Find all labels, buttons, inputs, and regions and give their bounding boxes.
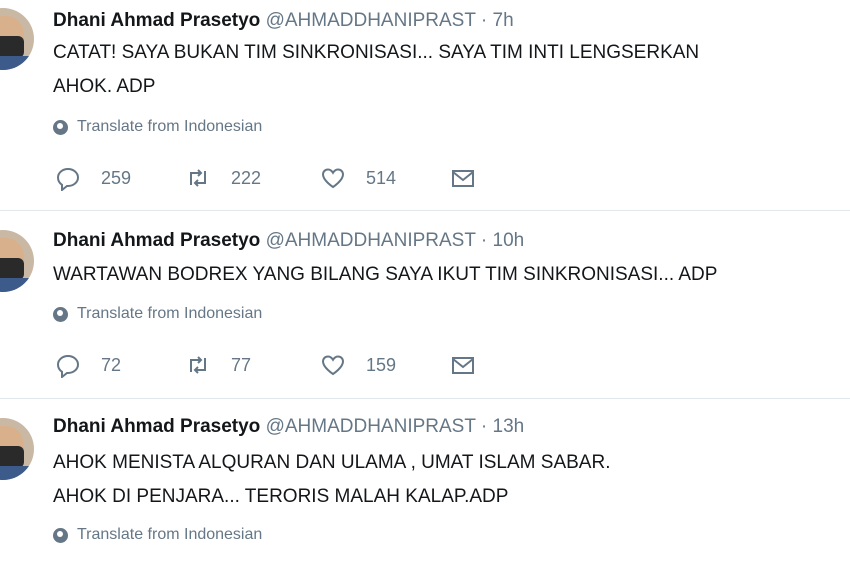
tweet[interactable]: Dhani Ahmad Prasetyo @AHMADDHANIPRAST · …	[0, 0, 850, 210]
retweet-button[interactable]: 222	[185, 165, 261, 191]
heart-icon	[321, 355, 345, 376]
like-count: 159	[366, 354, 397, 375]
tweet-text-line: WARTAWAN BODREX YANG BILANG SAYA IKUT TI…	[53, 264, 718, 285]
reply-count: 259	[101, 167, 132, 188]
reply-button[interactable]: 72	[55, 352, 121, 378]
avatar[interactable]	[0, 418, 34, 480]
tweet-time[interactable]: 10h	[493, 230, 525, 251]
avatar[interactable]	[0, 230, 34, 292]
retweet-count: 77	[231, 354, 252, 375]
user-name[interactable]: Dhani Ahmad Prasetyo	[53, 230, 260, 251]
tweet-text: CATAT! SAYA BUKAN TIM SINKRONISASI... SA…	[53, 36, 699, 104]
avatar[interactable]	[0, 8, 34, 70]
like-button[interactable]: 514	[320, 165, 396, 191]
user-name[interactable]: Dhani Ahmad Prasetyo	[53, 416, 260, 437]
reply-count: 72	[101, 354, 122, 375]
direct-message-button[interactable]	[450, 352, 476, 378]
tweet-text-line: AHOK. ADP	[53, 76, 156, 97]
translate-label: Translate from Indonesian	[77, 118, 263, 135]
separator-dot: ·	[480, 10, 488, 31]
reply-icon	[56, 167, 80, 191]
envelope-icon	[452, 170, 474, 187]
translate-link[interactable]: Translate from Indonesian	[53, 305, 262, 323]
user-name[interactable]: Dhani Ahmad Prasetyo	[53, 10, 260, 31]
user-handle[interactable]: @AHMADDHANIPRAST	[266, 230, 476, 251]
retweet-icon	[190, 356, 206, 374]
retweet-button[interactable]: 77	[185, 352, 251, 378]
translate-label: Translate from Indonesian	[77, 305, 263, 322]
tweet-header: Dhani Ahmad Prasetyo @AHMADDHANIPRAST · …	[53, 416, 524, 438]
tweet-text: AHOK MENISTA ALQURAN DAN ULAMA , UMAT IS…	[53, 446, 610, 514]
user-handle[interactable]: @AHMADDHANIPRAST	[266, 10, 476, 31]
separator-dot: ·	[480, 230, 488, 251]
translate-label: Translate from Indonesian	[77, 526, 263, 543]
tweet[interactable]: Dhani Ahmad Prasetyo @AHMADDHANIPRAST · …	[0, 398, 850, 566]
tweet-header: Dhani Ahmad Prasetyo @AHMADDHANIPRAST · …	[53, 10, 514, 32]
tweet-header: Dhani Ahmad Prasetyo @AHMADDHANIPRAST · …	[53, 230, 524, 252]
tweet-time[interactable]: 13h	[493, 416, 525, 437]
globe-icon	[53, 527, 68, 543]
direct-message-button[interactable]	[450, 165, 476, 191]
reply-button[interactable]: 259	[55, 165, 131, 191]
globe-icon	[53, 119, 68, 135]
retweet-count: 222	[231, 167, 262, 188]
globe-icon	[53, 306, 68, 322]
heart-icon	[321, 168, 345, 189]
tweet-text-line: AHOK DI PENJARA... TERORIS MALAH KALAP.A…	[53, 486, 509, 507]
user-handle[interactable]: @AHMADDHANIPRAST	[266, 416, 476, 437]
tweet-text: WARTAWAN BODREX YANG BILANG SAYA IKUT TI…	[53, 258, 717, 292]
tweet[interactable]: Dhani Ahmad Prasetyo @AHMADDHANIPRAST · …	[0, 210, 850, 398]
retweet-icon	[190, 169, 206, 187]
tweet-time[interactable]: 7h	[493, 10, 514, 31]
reply-icon	[56, 354, 80, 378]
like-button[interactable]: 159	[320, 352, 396, 378]
tweet-text-line: CATAT! SAYA BUKAN TIM SINKRONISASI... SA…	[53, 42, 700, 63]
tweet-text-line: AHOK MENISTA ALQURAN DAN ULAMA , UMAT IS…	[53, 452, 611, 473]
envelope-icon	[452, 357, 474, 374]
separator-dot: ·	[480, 416, 488, 437]
translate-link[interactable]: Translate from Indonesian	[53, 526, 262, 544]
like-count: 514	[366, 167, 397, 188]
translate-link[interactable]: Translate from Indonesian	[53, 118, 262, 136]
